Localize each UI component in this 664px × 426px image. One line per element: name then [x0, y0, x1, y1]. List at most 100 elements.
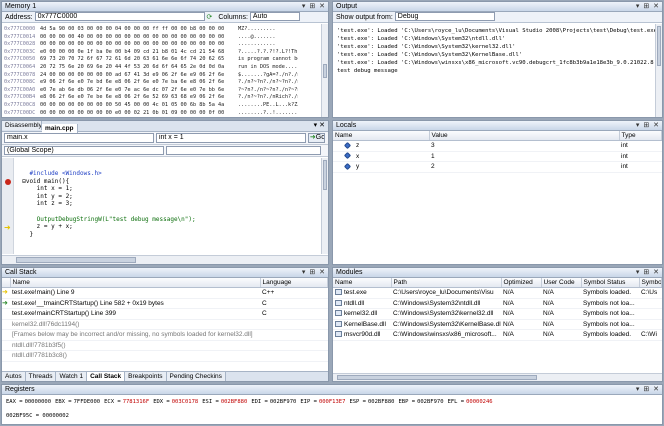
code-line[interactable]: ⊟void main(){ — [15, 178, 320, 186]
locals-col-value[interactable]: Value — [429, 131, 620, 141]
pane-buttons[interactable]: ▾ ⊞ ✕ — [302, 2, 326, 12]
modules-col-symbol-status[interactable]: Symbol Status — [581, 278, 640, 288]
editor-tab-buttons[interactable]: ▾ ✕ — [314, 121, 325, 131]
callstack-frame-name[interactable]: ntdll.dll!7781b3c8() — [10, 350, 260, 362]
memory-row[interactable]: 0x777C0050 69 73 20 70 72 6f 67 72 61 6d … — [4, 56, 320, 64]
callstack-row[interactable]: [Frames below may be incorrect and/or mi… — [2, 329, 328, 341]
memory-hex-bytes[interactable]: e0 7e ab 6e db 06 2f 6e e0 7e ac 6e dc 0… — [40, 87, 238, 95]
module-row[interactable]: kernel32.dll C:\Windows\System32\kernel32… — [333, 308, 662, 320]
code-line[interactable]: z = y + x; — [15, 223, 320, 231]
member-combo[interactable]: int x = 1 — [155, 133, 306, 143]
locals-row[interactable]: y 2 int — [333, 161, 662, 173]
locals-row[interactable]: z 3 int — [333, 140, 662, 152]
go-button[interactable]: ➜Go — [307, 133, 325, 143]
locals-row[interactable]: x 1 int — [333, 151, 662, 162]
output-scrollbar[interactable] — [655, 24, 662, 117]
memory-hex-bytes[interactable]: 20 72 75 6e 20 69 6e 20 44 4f 53 20 6d 6… — [40, 64, 238, 72]
callstack-col-language[interactable]: Language — [260, 278, 328, 288]
refresh-icon[interactable]: ⟳ — [207, 14, 213, 21]
code-view[interactable]: #include <Windows.h> ⊟void main(){ int x… — [15, 170, 320, 238]
editor-margin[interactable]: ➜ — [2, 158, 14, 254]
modules-col-name[interactable]: Name — [333, 278, 392, 288]
file-combo[interactable]: main.x — [4, 133, 154, 143]
memory-row[interactable]: 0x777C00A0 e0 7e ab 6e db 06 2f 6e e0 7e … — [4, 87, 320, 95]
modules-col-usercode[interactable]: User Code — [541, 278, 582, 288]
callstack-col-name[interactable]: Name — [10, 278, 261, 288]
local-value[interactable]: 3 — [429, 140, 619, 152]
callstack-frame-name[interactable]: ntdll.dll!7781b3f5() — [10, 340, 260, 351]
module-row[interactable]: msvcr90d.dll C:\Windows\winsxs\x86_micros… — [333, 329, 662, 341]
modules-col-symbol-file[interactable]: Symbo — [639, 278, 662, 288]
register-value[interactable]: 002BF880 — [368, 399, 395, 405]
code-line[interactable] — [15, 208, 320, 216]
pane-buttons[interactable]: ▾ ⊞ ✕ — [636, 268, 660, 278]
memory-hex-bytes[interactable]: e9 06 2f 6e e0 7e bd 6e e8 06 2f 6e e0 7… — [40, 79, 238, 87]
modules-col-path[interactable]: Path — [391, 278, 502, 288]
register-value[interactable]: 00000246 — [466, 399, 493, 405]
editor-hscrollbar[interactable] — [2, 255, 328, 264]
pane-buttons[interactable]: ▾ ⊞ ✕ — [636, 385, 660, 395]
tab-main-cpp[interactable]: main.cpp — [42, 124, 78, 133]
code-line[interactable]: OutputDebugStringW(L"test debug message\… — [15, 216, 320, 224]
code-line[interactable]: int z = 3; — [15, 200, 320, 208]
memory-row[interactable]: 0x777C0000 4d 5a 90 00 03 00 00 00 04 00 … — [4, 26, 320, 34]
tab-autos[interactable]: Autos — [2, 372, 26, 381]
modules-hscrollbar[interactable] — [333, 373, 662, 381]
callstack-row[interactable]: test.exe!mainCRTStartup() Line 399 C — [2, 308, 328, 320]
scope-member-combo[interactable] — [165, 146, 321, 155]
pane-buttons[interactable]: ▾ ⊞ ✕ — [636, 2, 660, 12]
memory-row[interactable]: 0x777C0078 24 00 00 00 00 00 00 00 ad 67 … — [4, 72, 320, 80]
callstack-row[interactable]: ntdll.dll!7781b3f5() — [2, 340, 328, 351]
code-line[interactable]: } — [15, 231, 320, 239]
memory-scrollbar[interactable] — [321, 24, 328, 117]
callstack-row[interactable]: ➜ test.exe!__tmainCRTStartup() Line 582 +… — [2, 298, 328, 309]
output-source-select[interactable]: Debug — [394, 12, 495, 21]
register-value[interactable]: 7FFDE000 — [74, 399, 101, 405]
memory-row[interactable]: 0x777C00C8 00 00 00 00 00 00 00 00 50 45 … — [4, 102, 320, 110]
memory-hex-bytes[interactable]: e0 00 00 00 0e 1f ba 0e 00 b4 09 cd 21 b… — [40, 49, 238, 57]
memory-row[interactable]: 0x777C00DC 00 00 00 00 00 00 00 00 e0 00 … — [4, 110, 320, 117]
code-line[interactable]: int y = 2; — [15, 193, 320, 201]
register-value[interactable]: 002BF880 — [221, 399, 248, 405]
module-row[interactable]: test.exe C:\Users\royce_lu\Documents\Visu… — [333, 287, 662, 299]
breakpoint-icon[interactable] — [5, 179, 11, 185]
modules-col-optimized[interactable]: Optimized — [501, 278, 542, 288]
register-value[interactable]: 7781316F — [123, 399, 150, 405]
tab-disassembly[interactable]: Disassembly — [2, 121, 42, 130]
callstack-row[interactable]: ntdll.dll!7781b3c8() — [2, 350, 328, 362]
locals-col-type[interactable]: Type — [619, 131, 662, 141]
memory-row[interactable]: 0x777C0014 00 00 00 00 40 00 00 00 00 00 … — [4, 34, 320, 42]
local-value[interactable]: 2 — [429, 161, 619, 173]
memory-hex-bytes[interactable]: 4d 5a 90 00 03 00 00 00 04 00 00 00 ff f… — [40, 26, 238, 34]
columns-select[interactable]: Auto — [249, 12, 300, 21]
pane-buttons[interactable]: ▾ ⊞ ✕ — [302, 268, 326, 278]
code-line[interactable]: #include <Windows.h> — [15, 170, 320, 178]
callstack-row[interactable]: kernel32.dll!76dc1194() — [2, 319, 328, 330]
memory-hex-bytes[interactable]: 00 00 00 00 00 00 00 00 50 45 00 00 4c 0… — [40, 102, 238, 110]
callstack-frame-name[interactable]: test.exe!main() Line 9 — [10, 287, 260, 299]
tab-breakpoints[interactable]: Breakpoints — [125, 372, 167, 381]
callstack-frame-name[interactable]: test.exe!mainCRTStartup() Line 399 — [10, 308, 260, 320]
register-value[interactable]: 000F13E7 — [319, 399, 346, 405]
memory-hex-bytes[interactable]: 00 00 00 00 00 00 00 00 e0 00 02 21 0b 0… — [40, 110, 238, 117]
memory-hex-bytes[interactable]: 00 00 00 00 00 00 00 00 00 00 00 00 00 0… — [40, 41, 238, 49]
callstack-frame-name[interactable]: test.exe!__tmainCRTStartup() Line 582 + … — [10, 298, 260, 309]
editor-vscrollbar[interactable] — [321, 158, 328, 254]
memory-hex-bytes[interactable]: 24 00 00 00 00 00 00 00 ad 67 41 3d e9 0… — [40, 72, 238, 80]
tab-threads[interactable]: Threads — [25, 372, 57, 381]
memory-row[interactable]: 0x777C0064 20 72 75 6e 20 69 6e 20 44 4f … — [4, 64, 320, 72]
module-row[interactable]: ntdll.dll C:\Windows\System32\ntdll.dll N/… — [333, 298, 662, 309]
register-value[interactable]: 003C0178 — [172, 399, 199, 405]
memory-hex-bytes[interactable]: 69 73 20 70 72 6f 67 72 61 6d 20 63 61 6… — [40, 56, 238, 64]
memory-row[interactable]: 0x777C00B4 e8 06 2f 6e e0 7e be 6e e8 06 … — [4, 94, 320, 102]
memory-row[interactable]: 0x777C0028 00 00 00 00 00 00 00 00 00 00 … — [4, 41, 320, 49]
address-input[interactable]: 0x777C0000 — [34, 12, 205, 21]
code-line[interactable]: int x = 1; — [15, 185, 320, 193]
module-row[interactable]: KernelBase.dll C:\Windows\System32\Kernel… — [333, 319, 662, 330]
tab-call-stack[interactable]: Call Stack — [87, 372, 126, 381]
local-value[interactable]: 1 — [429, 151, 619, 162]
pane-buttons[interactable]: ▾ ⊞ ✕ — [636, 121, 660, 131]
memory-hex-bytes[interactable]: e8 06 2f 6e e0 7e be 6e e8 06 2f 6e 52 6… — [40, 94, 238, 102]
callstack-frame-name[interactable]: [Frames below may be incorrect and/or mi… — [10, 329, 260, 341]
memory-row[interactable]: 0x777C008C e9 06 2f 6e e0 7e bd 6e e8 06 … — [4, 79, 320, 87]
